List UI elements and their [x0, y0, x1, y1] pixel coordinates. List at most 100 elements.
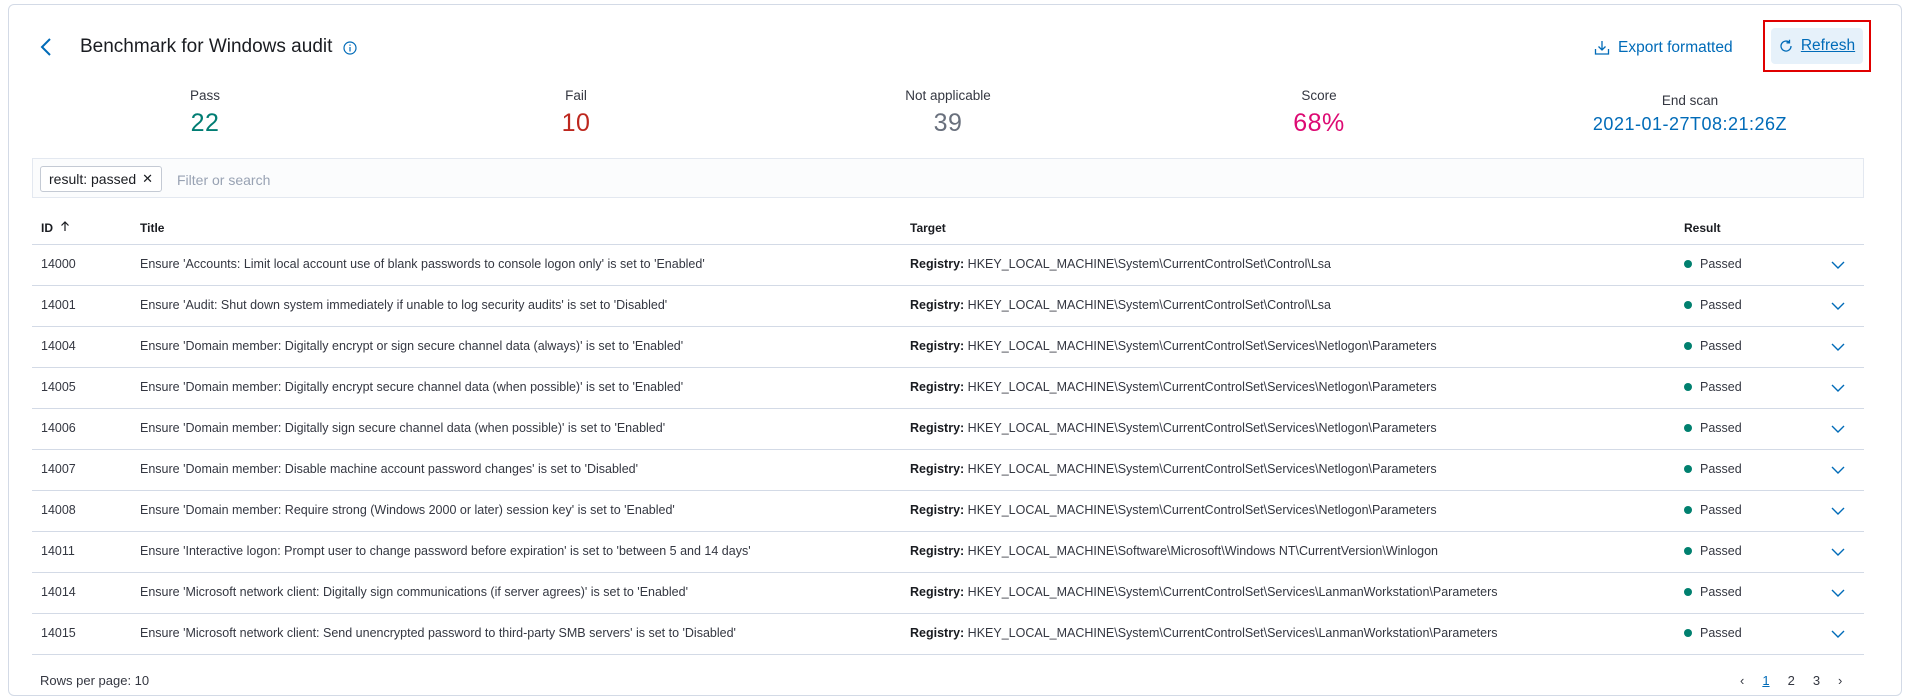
row-result: Passed — [1684, 257, 1742, 271]
stat-not-applicable-label: Not applicable — [905, 88, 991, 103]
stat-fail-value: 10 — [561, 109, 591, 137]
chevron-down-icon — [1831, 261, 1845, 269]
row-target: Registry: HKEY_LOCAL_MACHINE\System\Curr… — [910, 339, 1437, 353]
filter-pill-label: result: passed — [49, 171, 137, 187]
row-target-value: HKEY_LOCAL_MACHINE\System\CurrentControl… — [967, 585, 1498, 599]
stat-not-applicable-value: 39 — [933, 109, 963, 137]
expand-row-button[interactable] — [1826, 622, 1850, 646]
status-dot-icon — [1684, 300, 1692, 309]
expand-row-button[interactable] — [1826, 540, 1850, 564]
row-target: Registry: HKEY_LOCAL_MACHINE\System\Curr… — [910, 380, 1437, 394]
page-2[interactable]: 2 — [1788, 673, 1795, 688]
filter-pill-result[interactable]: result: passed ✕ — [40, 166, 163, 192]
row-result: Passed — [1684, 585, 1742, 599]
page-title: Benchmark for Windows audit — [80, 36, 333, 57]
chevron-down-icon — [1831, 425, 1845, 433]
back-button[interactable] — [36, 36, 56, 58]
row-result-label: Passed — [1700, 339, 1742, 353]
table-row[interactable]: 14006 Ensure 'Domain member: Digitally si… — [32, 409, 1864, 450]
pagination-prev-icon[interactable]: ‹ — [1740, 673, 1744, 688]
chevron-down-icon — [1831, 507, 1845, 515]
column-id-label: ID — [41, 221, 53, 235]
row-target-value: HKEY_LOCAL_MACHINE\Software\Microsoft\Wi… — [967, 544, 1438, 558]
row-target-value: HKEY_LOCAL_MACHINE\System\CurrentControl… — [967, 503, 1437, 517]
table-row[interactable]: 14015 Ensure 'Microsoft network client: S… — [32, 614, 1864, 655]
expand-row-button[interactable] — [1826, 499, 1850, 523]
rows-per-page[interactable]: Rows per page: 10 — [40, 673, 149, 688]
row-result: Passed — [1684, 544, 1742, 558]
row-title: Ensure 'Domain member: Digitally encrypt… — [140, 339, 684, 353]
row-target-value: HKEY_LOCAL_MACHINE\System\CurrentControl… — [967, 298, 1332, 312]
status-dot-icon — [1684, 423, 1692, 432]
pagination-next-icon[interactable]: › — [1838, 673, 1842, 688]
stat-pass: Pass 22 — [105, 88, 305, 138]
row-target-value: HKEY_LOCAL_MACHINE\System\CurrentControl… — [967, 339, 1437, 353]
stat-pass-value: 22 — [190, 109, 220, 137]
expand-row-button[interactable] — [1826, 458, 1850, 482]
refresh-highlight: Refresh — [1763, 20, 1871, 72]
rows-per-page-label: Rows per page: 10 — [40, 673, 150, 688]
row-result-label: Passed — [1700, 421, 1742, 435]
row-target-key: Registry: — [910, 298, 965, 312]
expand-row-button[interactable] — [1826, 581, 1850, 605]
row-target: Registry: HKEY_LOCAL_MACHINE\System\Curr… — [910, 298, 1331, 312]
row-target: Registry: HKEY_LOCAL_MACHINE\Software\Mi… — [910, 544, 1438, 558]
table-row[interactable]: 14011 Ensure 'Interactive logon: Prompt u… — [32, 532, 1864, 573]
column-title[interactable]: Title — [140, 221, 164, 235]
row-target-key: Registry: — [910, 421, 965, 435]
row-id: 14001 — [41, 298, 76, 312]
table-row[interactable]: 14005 Ensure 'Domain member: Digitally en… — [32, 368, 1864, 409]
row-target-key: Registry: — [910, 339, 965, 353]
stat-end-scan-value: 2021-01-27T08:21:26Z — [1592, 114, 1788, 134]
status-dot-icon — [1684, 546, 1692, 555]
chevron-left-icon — [40, 38, 51, 56]
refresh-icon — [1780, 39, 1792, 52]
status-dot-icon — [1684, 587, 1692, 596]
row-target-key: Registry: — [910, 380, 965, 394]
close-icon[interactable]: ✕ — [142, 171, 153, 187]
row-title: Ensure 'Microsoft network client: Digita… — [140, 585, 688, 599]
stat-fail: Fail 10 — [476, 88, 676, 138]
search-bar: result: passed ✕ — [32, 158, 1864, 198]
expand-row-button[interactable] — [1826, 376, 1850, 400]
expand-row-button[interactable] — [1826, 417, 1850, 441]
table-row[interactable]: 14000 Ensure 'Accounts: Limit local accou… — [32, 245, 1864, 286]
row-result-label: Passed — [1700, 503, 1742, 517]
table-row[interactable]: 14001 Ensure 'Audit: Shut down system imm… — [32, 286, 1864, 327]
column-id[interactable]: ID — [41, 221, 70, 235]
expand-row-button[interactable] — [1826, 294, 1850, 318]
row-id: 14014 — [41, 585, 76, 599]
row-id: 14015 — [41, 626, 76, 640]
page-1[interactable]: 1 — [1762, 673, 1769, 688]
table-row[interactable]: 14007 Ensure 'Domain member: Disable mach… — [32, 450, 1864, 491]
stat-pass-label: Pass — [189, 88, 220, 103]
info-icon[interactable] — [343, 41, 357, 55]
chevron-down-icon — [1831, 630, 1845, 638]
row-target-key: Registry: — [910, 626, 965, 640]
row-target: Registry: HKEY_LOCAL_MACHINE\System\Curr… — [910, 421, 1437, 435]
stat-not-applicable: Not applicable 39 — [848, 88, 1048, 138]
column-result[interactable]: Result — [1684, 221, 1721, 235]
table-row[interactable]: 14008 Ensure 'Domain member: Require stro… — [32, 491, 1864, 532]
status-dot-icon — [1684, 259, 1692, 268]
table-row[interactable]: 14004 Ensure 'Domain member: Digitally en… — [32, 327, 1864, 368]
row-title: Ensure 'Domain member: Disable machine a… — [140, 462, 638, 476]
row-result: Passed — [1684, 298, 1742, 312]
page-3[interactable]: 3 — [1813, 673, 1820, 688]
row-title: Ensure 'Accounts: Limit local account us… — [140, 257, 705, 271]
table-row[interactable]: 14014 Ensure 'Microsoft network client: D… — [32, 573, 1864, 614]
row-target-value: HKEY_LOCAL_MACHINE\System\CurrentControl… — [967, 380, 1437, 394]
status-dot-icon — [1684, 464, 1692, 473]
expand-row-button[interactable] — [1826, 253, 1850, 277]
row-target-value: HKEY_LOCAL_MACHINE\System\CurrentControl… — [967, 462, 1437, 476]
row-title: Ensure 'Audit: Shut down system immediat… — [140, 298, 668, 312]
column-target[interactable]: Target — [910, 221, 946, 235]
export-formatted-button[interactable]: Export formatted — [1594, 36, 1733, 60]
row-target: Registry: HKEY_LOCAL_MACHINE\System\Curr… — [910, 462, 1437, 476]
expand-row-button[interactable] — [1826, 335, 1850, 359]
stat-end-scan: End scan 2021-01-27T08:21:26Z — [1540, 93, 1840, 135]
refresh-button[interactable]: Refresh — [1771, 28, 1863, 64]
search-input[interactable] — [175, 167, 779, 193]
stat-score-value: 68% — [1293, 109, 1345, 137]
status-dot-icon — [1684, 628, 1692, 637]
